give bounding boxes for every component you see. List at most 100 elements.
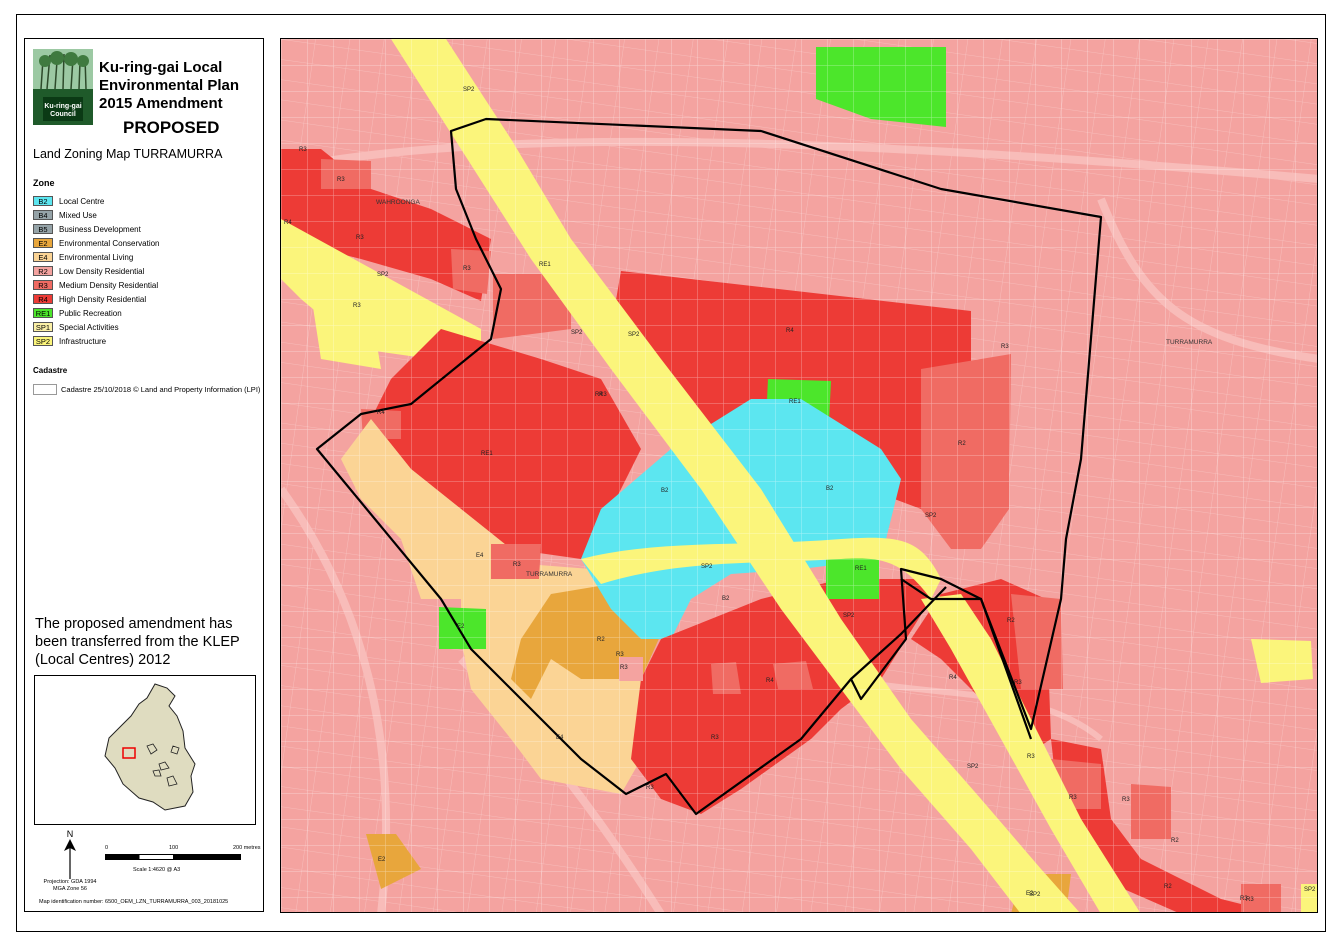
legend-swatch-e4: E4 (33, 252, 53, 262)
legend-label-sp1: Special Activities (59, 322, 119, 332)
legend-label-e2: Environmental Conservation (59, 238, 160, 248)
zone-label-r3: R3 (1001, 344, 1009, 350)
legend-row-r3: R3 Medium Density Residential (33, 278, 160, 292)
legend-swatch-re1: RE1 (33, 308, 53, 318)
locality-label-turramurra: TURRAMURRA (526, 571, 573, 578)
zone-label-r3: R3 (513, 562, 521, 568)
scale-tick-200: 200 metres (233, 845, 261, 851)
zone-label-r3: R3 (616, 652, 624, 658)
council-logo: Ku-ring-gai Council (33, 49, 93, 125)
zone-label-r3: R3 (1014, 680, 1022, 686)
legend-swatch-r3: R3 (33, 280, 53, 290)
legend-swatch-r2: R2 (33, 266, 53, 276)
legend-row-e2: E2 Environmental Conservation (33, 236, 160, 250)
cadastre-swatch (33, 384, 57, 395)
zone-label-e2: E2 (457, 624, 465, 630)
cadastre-heading: Cadastre (33, 366, 68, 375)
map-identification: Map identification number: 6500_OEM_LZN_… (39, 899, 229, 905)
plan-title: Ku-ring-gai Local Environmental Plan 201… (99, 59, 240, 112)
zone-label-r2: R2 (1171, 838, 1179, 844)
legend-label-b5: Business Development (59, 224, 141, 234)
zone-label-sp2: SP2 (843, 613, 855, 619)
legend-row-sp1: SP1 Special Activities (33, 320, 160, 334)
legend-label-sp2: Infrastructure (59, 336, 107, 346)
zone-label-r3: R3 (620, 665, 628, 671)
zone-label-sp2: SP2 (925, 513, 937, 519)
zone-label-e4: E4 (556, 735, 564, 741)
zone-label-re1: RE1 (539, 262, 551, 268)
cadastre-legend-row: Cadastre 25/10/2018 © Land and Property … (33, 384, 260, 395)
legend-row-b4: B4 Mixed Use (33, 208, 160, 222)
zone-label-b2: B2 (661, 488, 669, 494)
svg-text:Ku-ring-gai: Ku-ring-gai (44, 103, 81, 110)
legend-row-b2: B2 Local Centre (33, 194, 160, 208)
scale-tick-0: 0 (105, 845, 109, 851)
zone-label-b2: B2 (826, 486, 834, 492)
zone-label-r3: R3 (337, 177, 345, 183)
zone-label-re1: RE1 (855, 566, 867, 572)
zoning-map: WAHROONGA TURRAMURRA TURRAMURRA R3 R3 R3 R4… (280, 38, 1318, 913)
amendment-note: The proposed amendment has been transfer… (35, 616, 240, 668)
zone-label-r3: R3 (353, 303, 361, 309)
zone-label-sp2: SP2 (701, 564, 713, 570)
scale-bar: 0 100 200 metres Scale 1:4620 @ A3 (105, 845, 265, 885)
legend-swatch-sp2: SP2 (33, 336, 53, 346)
legend-swatch-sp1: SP1 (33, 322, 53, 332)
locality-label-wahroonga: WAHROONGA (376, 199, 420, 206)
zone-label-e4: E4 (476, 553, 484, 559)
legend-row-r2: R2 Low Density Residential (33, 264, 160, 278)
zone-label-r2: R2 (1007, 618, 1015, 624)
zone-label-r3: R3 (1069, 795, 1077, 801)
projection-note: Projection: GDA 1994 MGA Zone 56 (43, 879, 97, 892)
legend-row-r4: R4 High Density Residential (33, 292, 160, 306)
zone-label-r4: R4 (786, 328, 794, 334)
north-arrow-icon (64, 839, 76, 879)
zone-label-r4: R4 (377, 410, 385, 416)
zone-label-re1: RE1 (481, 451, 493, 457)
legend-swatch-b4: B4 (33, 210, 53, 220)
legend-label-re1: Public Recreation (59, 308, 122, 318)
zone-legend: B2 Local Centre B4 Mixed Use B5 Business Deve… (33, 194, 160, 348)
zone-label-r2: R2 (597, 637, 605, 643)
zone-label-sp2: SP2 (628, 332, 640, 338)
zone-label-e2: E2 (1026, 891, 1034, 897)
zone-label-r4: R4 (595, 392, 603, 398)
scale-text: Scale 1:4620 @ A3 (133, 867, 181, 873)
zone-label-e2: E2 (378, 857, 386, 863)
legend-label-b2: Local Centre (59, 196, 105, 206)
zone-label-r3: R3 (299, 147, 307, 153)
legend-swatch-b5: B5 (33, 224, 53, 234)
zone-label-sp2: SP2 (463, 87, 475, 93)
scale-bar-graphic (105, 854, 241, 860)
legend-row-re1: RE1 Public Recreation (33, 306, 160, 320)
zone-label-sp2: SP2 (377, 272, 389, 278)
zone-label-r3: R3 (1246, 897, 1254, 903)
zone-label-r3: R3 (463, 266, 471, 272)
svg-text:Council: Council (50, 111, 76, 118)
legend-label-b4: Mixed Use (59, 210, 97, 220)
zone-label-r3: R3 (1027, 754, 1035, 760)
legend-label-r3: Medium Density Residential (59, 280, 159, 290)
zone-label-r2: R2 (1164, 884, 1172, 890)
legend-row-sp2: SP2 Infrastructure (33, 334, 160, 348)
zone-label-sp2: SP2 (967, 764, 979, 770)
zone-label-r4: R4 (284, 220, 292, 226)
map-title: Land Zoning Map TURRAMURRA (33, 147, 223, 161)
legend-row-b5: B5 Business Development (33, 222, 160, 236)
legend-label-e4: Environmental Living (59, 252, 134, 262)
zone-label-r4: R4 (766, 678, 774, 684)
zone-label-r2: R2 (958, 441, 966, 447)
legend-label-r4: High Density Residential (59, 294, 147, 304)
legend-row-e4: E4 Environmental Living (33, 250, 160, 264)
legend-swatch-e2: E2 (33, 238, 53, 248)
legend-swatch-r4: R4 (33, 294, 53, 304)
cadastre-label: Cadastre 25/10/2018 © Land and Property … (61, 385, 261, 394)
zone-label-sp2: SP2 (1304, 887, 1316, 893)
locality-inset-map (34, 675, 256, 825)
zone-label-r3: R3 (1122, 797, 1130, 803)
legend-panel: Ku-ring-gai Council Ku-ring-gai Local En… (24, 38, 264, 912)
legend-swatch-b2: B2 (33, 196, 53, 206)
zone-label-b2: B2 (722, 596, 730, 602)
zone-label-r3: R3 (711, 735, 719, 741)
zone-label-sp2: SP2 (571, 330, 583, 336)
